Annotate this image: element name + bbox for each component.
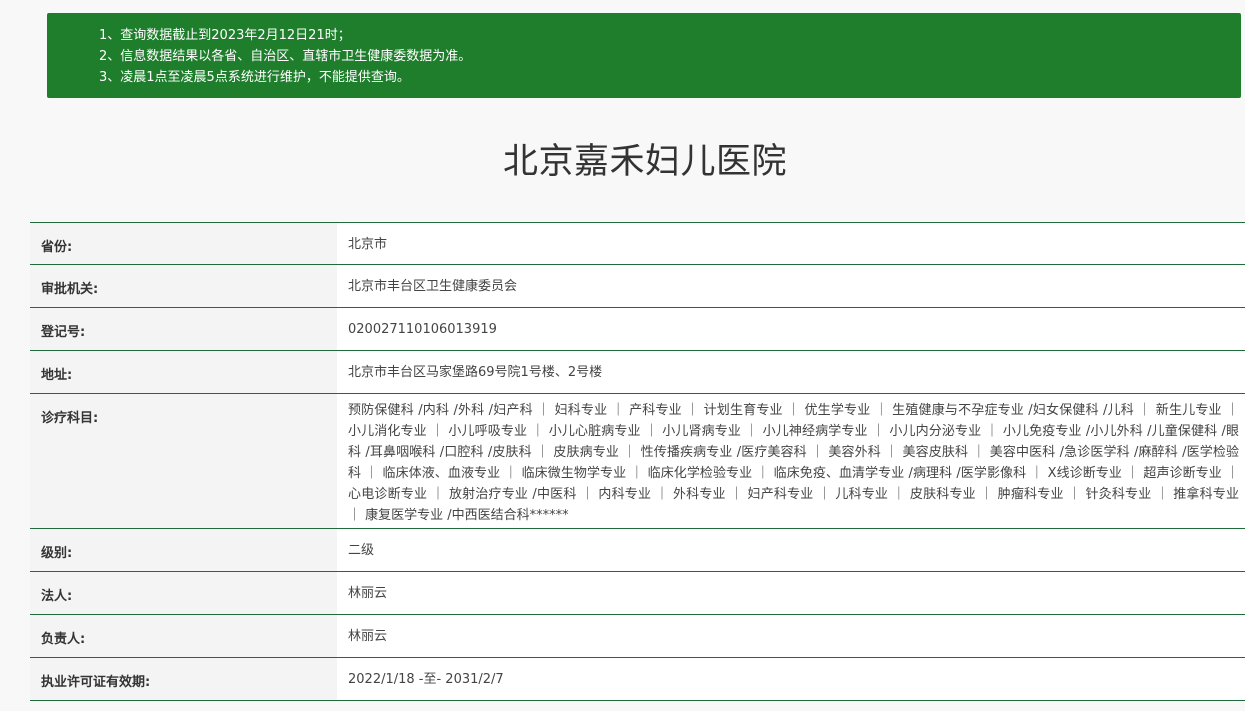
row-person-in-charge: 负责人: 林丽云 [30, 615, 1245, 658]
value-legal-person: 林丽云 [337, 572, 1245, 614]
label-address: 地址: [30, 351, 337, 393]
row-province: 省份: 北京市 [30, 222, 1245, 265]
value-province: 北京市 [337, 223, 1245, 264]
notice-line-1: 1、查询数据截止到2023年2月12日21时； [99, 28, 351, 43]
label-level: 级别: [30, 529, 337, 571]
row-legal-person: 法人: 林丽云 [30, 572, 1245, 615]
value-level: 二级 [337, 529, 1245, 571]
value-registration-number: 020027110106013919 [337, 308, 1245, 350]
row-address: 地址: 北京市丰台区马家堡路69号院1号楼、2号楼 [30, 351, 1245, 394]
notice-line-2: 2、信息数据结果以各省、自治区、直辖市卫生健康委数据为准。 [99, 49, 472, 64]
value-departments: 预防保健科 /内科 /外科 /妇产科 ｜ 妇科专业 ｜ 产科专业 ｜ 计划生育专… [337, 394, 1245, 528]
value-approval-authority: 北京市丰台区卫生健康委员会 [337, 265, 1245, 307]
value-license-validity: 2022/1/18 -至- 2031/2/7 [337, 658, 1245, 700]
notice-banner: 1、查询数据截止到2023年2月12日21时； 2、信息数据结果以各省、自治区、… [47, 13, 1241, 98]
value-person-in-charge: 林丽云 [337, 615, 1245, 657]
label-departments: 诊疗科目: [30, 394, 337, 528]
hospital-title: 北京嘉禾妇儿医院 [502, 142, 787, 182]
label-license-validity: 执业许可证有效期: [30, 658, 337, 700]
value-address: 北京市丰台区马家堡路69号院1号楼、2号楼 [337, 351, 1245, 393]
label-registration-number: 登记号: [30, 308, 337, 350]
row-level: 级别: 二级 [30, 529, 1245, 572]
row-registration-number: 登记号: 020027110106013919 [30, 308, 1245, 351]
label-approval-authority: 审批机关: [30, 265, 337, 307]
notice-line-3: 3、凌晨1点至凌晨5点系统进行维护，不能提供查询。 [99, 70, 410, 85]
label-person-in-charge: 负责人: [30, 615, 337, 657]
row-approval-authority: 审批机关: 北京市丰台区卫生健康委员会 [30, 265, 1245, 308]
label-province: 省份: [30, 223, 337, 264]
label-legal-person: 法人: [30, 572, 337, 614]
row-license-validity: 执业许可证有效期: 2022/1/18 -至- 2031/2/7 [30, 658, 1245, 701]
info-table: 省份: 北京市 审批机关: 北京市丰台区卫生健康委员会 登记号: 0200271… [30, 222, 1245, 701]
row-departments: 诊疗科目: 预防保健科 /内科 /外科 /妇产科 ｜ 妇科专业 ｜ 产科专业 ｜… [30, 394, 1245, 529]
